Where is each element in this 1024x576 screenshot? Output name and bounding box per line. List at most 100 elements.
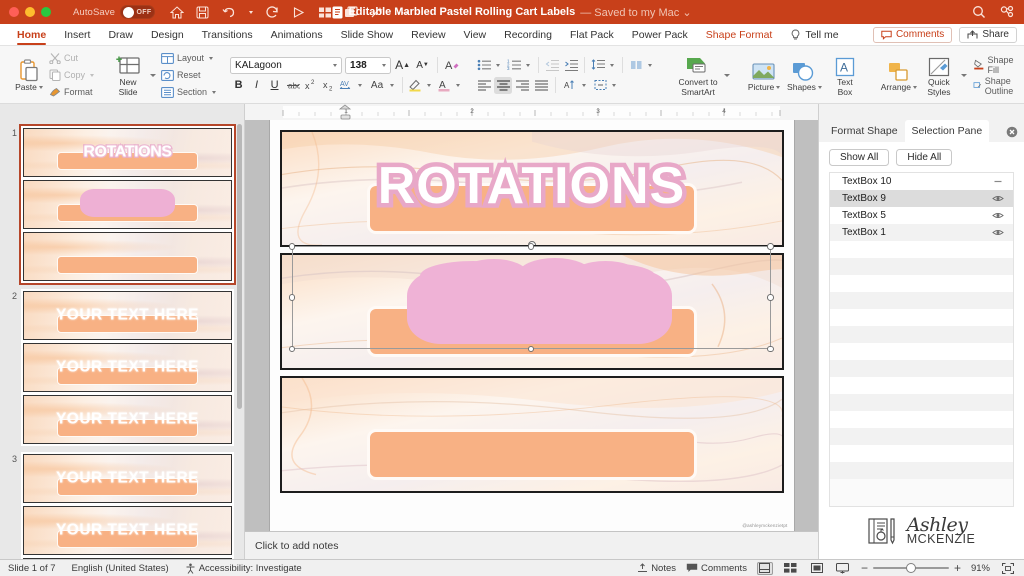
tab-slide-show[interactable]: Slide Show — [332, 24, 403, 46]
cut-button[interactable]: Cut — [49, 51, 94, 66]
close-icon[interactable] — [1006, 125, 1018, 138]
tab-design[interactable]: Design — [142, 24, 193, 46]
zoom-in-button[interactable]: + — [954, 562, 961, 574]
bold-button[interactable]: B — [230, 77, 247, 94]
show-all-button[interactable]: Show All — [829, 149, 890, 166]
reset-button[interactable]: Reset — [161, 68, 216, 83]
tab-insert[interactable]: Insert — [55, 24, 99, 46]
slideshow-view-button[interactable] — [835, 562, 851, 575]
bullets-button[interactable] — [475, 57, 493, 74]
convert-to-smartart-button[interactable]: Convert to SmartArt — [670, 48, 726, 102]
undo-dropdown-icon[interactable] — [247, 5, 254, 20]
format-painter-button[interactable]: Format — [49, 85, 94, 100]
new-slide-button[interactable]: New Slide — [108, 48, 148, 102]
align-center-button[interactable] — [494, 76, 513, 94]
tab-flat-pack[interactable]: Flat Pack — [561, 24, 623, 46]
change-case-button[interactable]: Aa — [367, 77, 387, 94]
picture-button[interactable]: Picture — [744, 48, 784, 102]
thumbnail-slide-2[interactable]: 2 YOUR TEXT HERE YOUR TEXT HERE YOUR TEX… — [0, 283, 244, 446]
tab-shape-format[interactable]: Shape Format — [697, 24, 782, 46]
subscript-button[interactable]: x2 — [320, 77, 337, 94]
home-icon[interactable] — [169, 5, 184, 20]
language-indicator[interactable]: English (United States) — [72, 563, 169, 574]
reading-view-button[interactable] — [809, 562, 825, 575]
slide-sorter-icon[interactable] — [317, 5, 332, 20]
section-button[interactable]: Section — [161, 85, 217, 100]
zoom-track[interactable] — [872, 562, 949, 573]
fit-to-window-button[interactable] — [1000, 562, 1016, 575]
collaborate-icon[interactable] — [1000, 5, 1015, 20]
font-color-button[interactable]: A — [436, 77, 453, 94]
slide-counter[interactable]: Slide 1 of 7 — [8, 563, 56, 574]
ruler-indent-markers[interactable] — [245, 104, 818, 120]
tell-me-search[interactable]: Tell me — [781, 29, 847, 41]
tab-recording[interactable]: Recording — [495, 24, 561, 46]
slide-label-2[interactable] — [279, 253, 784, 370]
tab-power-pack[interactable]: Power Pack — [623, 24, 697, 46]
align-right-button[interactable] — [513, 77, 531, 94]
tab-home[interactable]: Home — [8, 24, 55, 46]
zoom-level-label[interactable]: 91% — [971, 563, 990, 574]
save-icon[interactable] — [195, 5, 210, 20]
tab-draw[interactable]: Draw — [99, 24, 142, 46]
text-direction-button[interactable]: A — [561, 77, 579, 94]
rotation-handle[interactable] — [527, 241, 536, 245]
slide-label-1[interactable]: ROTATIONS — [279, 130, 784, 247]
more-icon[interactable]: ⋯ — [395, 5, 410, 20]
thumbnail-frame[interactable]: YOUR TEXT HERE YOUR TEXT HERE YOUR TEXT … — [21, 452, 234, 559]
quick-styles-button[interactable]: Quick Styles — [919, 48, 959, 102]
comments-button[interactable]: Comments — [872, 26, 953, 43]
decrease-indent-button[interactable] — [543, 57, 561, 74]
comments-toggle-button[interactable]: Comments — [686, 563, 747, 574]
selection-list-item[interactable]: TextBox 9 — [830, 190, 1013, 207]
zoom-knob[interactable] — [906, 562, 917, 573]
selection-list-item[interactable]: TextBox 10 — [830, 173, 1013, 190]
slide-sorter-view-button[interactable] — [783, 562, 799, 575]
align-left-button[interactable] — [475, 77, 493, 94]
shape-fill-button[interactable]: Shape Fill — [973, 55, 1024, 75]
selection-list-item[interactable]: TextBox 1 — [830, 224, 1013, 241]
thumbnail-frame[interactable]: YOUR TEXT HERE YOUR TEXT HERE YOUR TEXT … — [21, 289, 234, 446]
text-highlight-button[interactable] — [407, 77, 424, 94]
text-box-button[interactable]: A Text Box — [825, 48, 865, 102]
line-spacing-button[interactable] — [589, 57, 607, 74]
zoom-out-button[interactable]: − — [861, 562, 868, 574]
strikethrough-button[interactable]: abc — [284, 77, 301, 94]
animation-icon[interactable] — [369, 5, 384, 20]
notes-pane[interactable]: Click to add notes — [245, 531, 818, 559]
columns-button[interactable] — [627, 57, 645, 74]
thumbnail-slide-1[interactable]: 1 ROTATIONS — [0, 120, 244, 285]
slide-thumbnail-pane[interactable]: 1 ROTATIONS 2 YOUR TEXT HERE YOUR TEXT H… — [0, 120, 245, 559]
redo-icon[interactable] — [265, 5, 280, 20]
font-size-input[interactable]: 138 — [345, 56, 392, 74]
clear-formatting-icon[interactable]: A — [444, 57, 461, 74]
close-window-button[interactable] — [9, 7, 19, 17]
font-name-input[interactable]: KALagoon — [230, 56, 343, 74]
decrease-font-size-button[interactable]: A ▼ — [414, 57, 431, 74]
underline-button[interactable]: U — [266, 77, 283, 94]
align-text-button[interactable] — [591, 77, 609, 94]
selection-list-item[interactable]: TextBox 5 — [830, 207, 1013, 224]
search-icon[interactable] — [971, 5, 986, 20]
autosave-control[interactable]: AutoSave OFF — [73, 5, 155, 19]
copy-button[interactable]: Copy — [49, 68, 95, 83]
shapes-button[interactable]: Shapes — [784, 48, 825, 102]
eye-icon[interactable] — [992, 211, 1004, 220]
share-button[interactable]: Share — [959, 26, 1017, 43]
paste-button[interactable]: Paste — [9, 48, 49, 102]
accessibility-status[interactable]: Accessibility: Investigate — [185, 563, 302, 574]
numbering-button[interactable]: 123 — [505, 57, 523, 74]
hidden-icon[interactable] — [992, 177, 1004, 186]
slide-surface[interactable]: ROTATIONS @ashleymckenzietpt — [269, 120, 794, 531]
tab-view[interactable]: View — [455, 24, 496, 46]
slide-label-3[interactable] — [279, 376, 784, 493]
shape-outline-button[interactable]: Shape Outline — [973, 76, 1024, 96]
duplicate-slide-icon[interactable] — [343, 5, 358, 20]
italic-button[interactable]: I — [248, 77, 265, 94]
layout-button[interactable]: Layout — [161, 51, 216, 66]
thumbnail-scrollbar[interactable] — [237, 124, 242, 409]
minimize-window-button[interactable] — [25, 7, 35, 17]
zoom-slider[interactable]: − + — [861, 562, 961, 574]
justify-button[interactable] — [532, 77, 550, 94]
arrange-button[interactable]: Arrange — [879, 48, 919, 102]
